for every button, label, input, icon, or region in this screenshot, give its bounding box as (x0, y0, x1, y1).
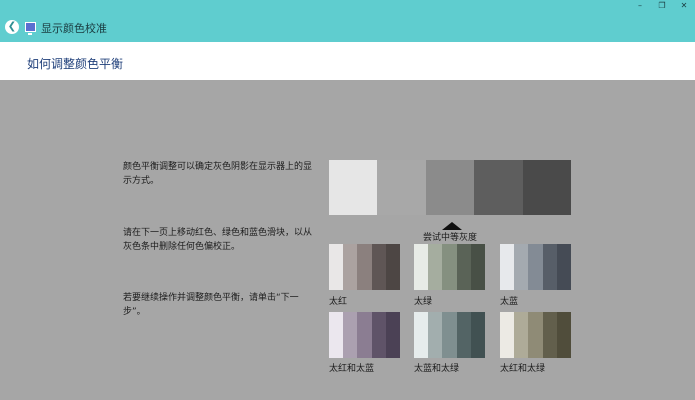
window-title: 显示颜色校准 (41, 22, 107, 35)
gradient-label: 尝试中等灰度 (422, 233, 477, 243)
sample-3-swatch-4 (542, 244, 557, 290)
sample-2-swatch-3 (442, 244, 457, 290)
sample-5-swatch-3 (442, 312, 457, 358)
sample-too-blue (500, 244, 572, 290)
sample-1-swatch-1 (329, 244, 344, 290)
sample-4-swatch-2 (343, 312, 358, 358)
sample-6-swatch-4 (542, 312, 557, 358)
sample-6-swatch-2 (514, 312, 529, 358)
sample-too-red-and-blue (329, 312, 401, 358)
sample-4-swatch-4 (371, 312, 386, 358)
triangle-marker-icon (442, 222, 462, 230)
page-header: 如何调整颜色平衡 (0, 42, 695, 80)
sample-too-red (329, 244, 401, 290)
sample-2-swatch-5 (470, 244, 486, 290)
description-paragraph-3: 若要继续操作并调整颜色平衡，请单击“下一步”。 (123, 293, 299, 317)
sample-5-swatch-4 (456, 312, 471, 358)
close-button[interactable]: ✕ (673, 0, 695, 12)
sample-label-too-blue-and-green: 太蓝和太绿 (414, 364, 460, 374)
sample-6-swatch-3 (528, 312, 543, 358)
back-button[interactable]: ❮ (5, 20, 19, 34)
sample-3-swatch-2 (514, 244, 529, 290)
gray-swatch-1 (329, 160, 378, 215)
sample-4-swatch-1 (329, 312, 344, 358)
sample-2-swatch-1 (414, 244, 429, 290)
sample-too-green (414, 244, 486, 290)
gray-swatch-4 (474, 160, 523, 215)
sample-label-too-red-and-blue: 太红和太蓝 (329, 364, 375, 374)
gray-gradient-bar (329, 160, 572, 215)
maximize-button[interactable]: ❐ (651, 0, 673, 12)
sample-6-swatch-5 (556, 312, 572, 358)
sample-1-swatch-5 (385, 244, 401, 290)
minimize-button[interactable]: – (629, 0, 651, 12)
sample-2-swatch-2 (428, 244, 443, 290)
sample-3-swatch-1 (500, 244, 515, 290)
arrow-left-icon: ❮ (7, 21, 17, 32)
sample-label-too-red-and-green: 太红和太绿 (500, 364, 546, 374)
gray-swatch-2 (377, 160, 426, 215)
sample-4-swatch-3 (357, 312, 372, 358)
sample-too-blue-and-green (414, 312, 486, 358)
sample-3-swatch-5 (556, 244, 572, 290)
sample-5-swatch-1 (414, 312, 429, 358)
sample-too-red-and-green (500, 312, 572, 358)
page-title: 如何调整颜色平衡 (27, 57, 124, 71)
sample-label-too-red: 太红 (329, 297, 348, 307)
sample-5-swatch-5 (470, 312, 486, 358)
title-bar: ❮ 显示颜色校准 – ❐ ✕ (0, 0, 695, 42)
sample-2-swatch-4 (456, 244, 471, 290)
sample-1-swatch-4 (371, 244, 386, 290)
sample-label-too-green: 太绿 (414, 297, 433, 307)
sample-6-swatch-1 (500, 312, 515, 358)
gray-swatch-5 (522, 160, 572, 215)
window-controls: – ❐ ✕ (629, 0, 695, 12)
gray-swatch-3 (425, 160, 475, 215)
description-paragraph-1: 颜色平衡调整可以确定灰色阴影在显示器上的显示方式。 (123, 162, 313, 186)
sample-5-swatch-2 (428, 312, 443, 358)
sample-1-swatch-2 (343, 244, 358, 290)
sample-4-swatch-5 (385, 312, 401, 358)
display-color-icon (25, 22, 36, 35)
description-paragraph-2: 请在下一页上移动红色、绿色和蓝色滑块，以从灰色条中删除任何色偏校正。 (123, 228, 313, 252)
sample-1-swatch-3 (357, 244, 372, 290)
sample-label-too-blue: 太蓝 (500, 297, 519, 307)
sample-3-swatch-3 (528, 244, 543, 290)
